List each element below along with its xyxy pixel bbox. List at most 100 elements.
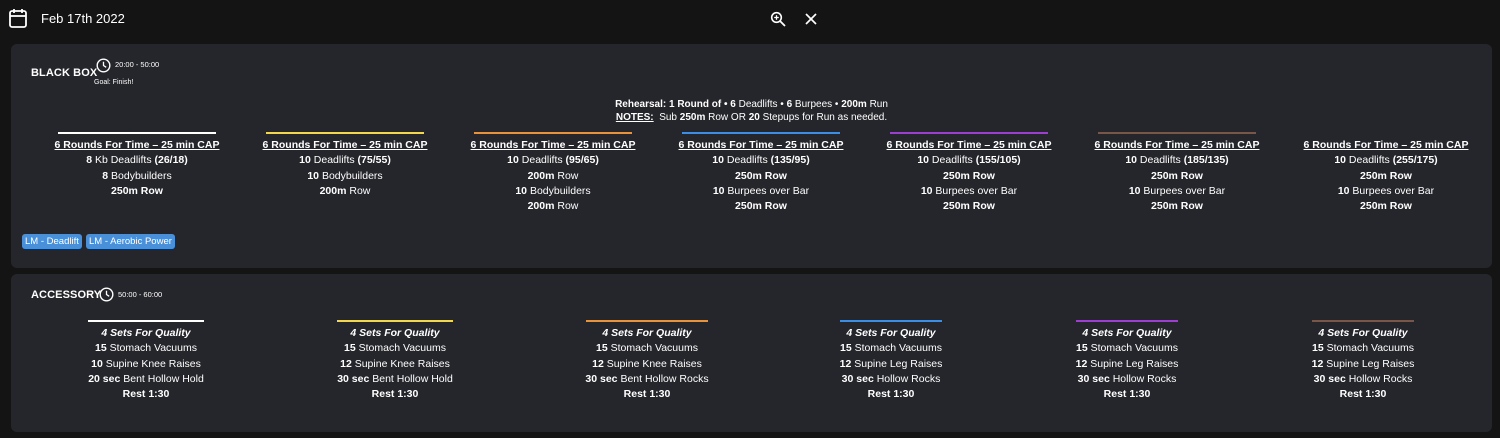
accessory-line: 10 Supine Knee Raises — [91, 357, 201, 370]
calendar-icon[interactable] — [9, 8, 27, 28]
workout-column: 6 Rounds For Time – 25 min CAP 10 Deadlif… — [463, 132, 643, 214]
accessory-line: 12 Supine Knee Raises — [592, 357, 702, 370]
accessory-column: 4 Sets For Quality 15 Stomach Vacuums 12 S… — [806, 320, 976, 402]
section-time: 50:00 - 60:00 — [118, 290, 163, 299]
clock-icon — [99, 287, 114, 302]
color-bar — [1098, 132, 1256, 134]
color-bar — [1076, 320, 1178, 322]
accessory-line: 15 Stomach Vacuums — [1076, 342, 1178, 355]
workout-line: 250m Row — [943, 169, 995, 182]
workout-line: 250m Row — [111, 184, 163, 197]
workout-line: 10 Deadlifts (155/105) — [917, 154, 1021, 167]
workout-line: 10 Bodybuilders — [515, 184, 591, 197]
workout-line: 10 Deadlifts (255/175) — [1334, 154, 1438, 167]
accessory-line: 30 sec Bent Hollow Hold — [337, 372, 453, 385]
workout-title: 6 Rounds For Time – 25 min CAP — [678, 139, 844, 151]
color-bar — [586, 320, 708, 322]
accessory-column: 4 Sets For Quality 15 Stomach Vacuums 12 S… — [562, 320, 732, 402]
workout-line: 200m Row — [527, 169, 579, 182]
workout-line: 200m Row — [527, 200, 579, 213]
accessory-title: 4 Sets For Quality — [350, 327, 440, 339]
color-bar — [890, 132, 1048, 134]
workout-title: 6 Rounds For Time – 25 min CAP — [1094, 139, 1260, 151]
accessory-line: 15 Stomach Vacuums — [344, 342, 446, 355]
workout-line: 250m Row — [1360, 200, 1412, 213]
close-icon[interactable] — [804, 12, 818, 26]
accessory-column: 4 Sets For Quality 15 Stomach Vacuums 12 S… — [310, 320, 480, 402]
workout-line: 250m Row — [943, 200, 995, 213]
color-bar — [337, 320, 453, 322]
color-bar — [266, 132, 424, 134]
accessory-line: 30 sec Bent Hollow Rocks — [585, 372, 709, 385]
workout-line: 10 Burpees over Bar — [1337, 184, 1435, 197]
workout-line: 10 Deadlifts (135/95) — [712, 154, 810, 167]
color-bar — [682, 132, 840, 134]
accessory-title: 4 Sets For Quality — [846, 327, 936, 339]
accessory-line: 15 Stomach Vacuums — [596, 342, 698, 355]
section-goal: Goal: Finish! — [94, 79, 134, 86]
workout-line: 200m Row — [319, 184, 371, 197]
workout-line: 8 Kb Deadlifts (26/18) — [86, 154, 188, 167]
accessory-line: Rest 1:30 — [122, 388, 170, 401]
workout-line: 250m Row — [1151, 169, 1203, 182]
color-bar — [1312, 320, 1414, 322]
workout-column: 6 Rounds For Time – 25 min CAP 10 Deadlif… — [671, 132, 851, 214]
workout-column: 6 Rounds For Time – 25 min CAP 10 Deadlif… — [879, 132, 1059, 214]
color-bar — [58, 132, 216, 134]
accessory-line: Rest 1:30 — [623, 388, 671, 401]
date-label: Feb 17th 2022 — [41, 11, 125, 26]
accessory-line: 12 Supine Leg Raises — [839, 357, 943, 370]
accessory-line: 12 Supine Leg Raises — [1311, 357, 1415, 370]
workout-column: 6 Rounds For Time – 25 min CAP 10 Deadlif… — [255, 132, 435, 199]
accessory-line: Rest 1:30 — [867, 388, 915, 401]
workout-line: 10 Bodybuilders — [307, 169, 383, 182]
workout-title: 6 Rounds For Time – 25 min CAP — [470, 139, 636, 151]
accessory-column: 4 Sets For Quality 15 Stomach Vacuums 12 S… — [1278, 320, 1448, 402]
section-title: ACCESSORY — [31, 289, 102, 301]
workout-line: 250m Row — [1151, 200, 1203, 213]
accessory-line: Rest 1:30 — [1339, 388, 1387, 401]
black-box-section: BLACK BOX 20:00 - 50:00 Goal: Finish! Re… — [11, 44, 1492, 268]
rehearsal-text: Rehearsal: 1 Round of • 6 Deadlifts • 6 … — [615, 99, 888, 110]
accessory-line: 30 sec Hollow Rocks — [1077, 372, 1177, 385]
workout-line: 10 Deadlifts (185/135) — [1125, 154, 1229, 167]
accessory-line: 15 Stomach Vacuums — [95, 342, 197, 355]
workout-column: 6 Rounds For Time – 25 min CAP 8 Kb Deadl… — [47, 132, 227, 199]
color-bar — [840, 320, 942, 322]
accessory-column: 4 Sets For Quality 15 Stomach Vacuums 10 S… — [61, 320, 231, 402]
workout-line: 10 Deadlifts (95/65) — [507, 154, 599, 167]
workout-title: 6 Rounds For Time – 25 min CAP — [262, 139, 428, 151]
clock-icon — [96, 58, 111, 73]
accessory-line: 30 sec Hollow Rocks — [1313, 372, 1413, 385]
color-bar — [1307, 132, 1465, 134]
workout-line: 250m Row — [735, 200, 787, 213]
workout-line: 10 Deadlifts (75/55) — [299, 154, 391, 167]
workout-line: 250m Row — [1360, 169, 1412, 182]
accessory-title: 4 Sets For Quality — [101, 327, 191, 339]
color-bar — [474, 132, 632, 134]
workout-column: 6 Rounds For Time – 25 min CAP 10 Deadlif… — [1087, 132, 1267, 214]
workout-title: 6 Rounds For Time – 25 min CAP — [54, 139, 220, 151]
tag-lm-aerobic-power[interactable]: LM - Aerobic Power — [86, 234, 175, 249]
workout-line: 250m Row — [735, 169, 787, 182]
accessory-title: 4 Sets For Quality — [1318, 327, 1408, 339]
accessory-line: 20 sec Bent Hollow Hold — [88, 372, 204, 385]
color-bar — [88, 320, 204, 322]
workout-line: 10 Burpees over Bar — [1128, 184, 1226, 197]
workout-line: 8 Bodybuilders — [102, 169, 172, 182]
workout-title: 6 Rounds For Time – 25 min CAP — [886, 139, 1052, 151]
accessory-column: 4 Sets For Quality 15 Stomach Vacuums 12 S… — [1042, 320, 1212, 402]
notes-text: NOTES: Sub 250m Row OR 20 Stepups for Ru… — [615, 112, 888, 123]
accessory-line: 12 Supine Knee Raises — [340, 357, 450, 370]
tag-lm-deadlift[interactable]: LM - Deadlift — [22, 234, 82, 249]
accessory-title: 4 Sets For Quality — [602, 327, 692, 339]
section-title: BLACK BOX — [31, 67, 98, 79]
workout-line: 10 Burpees over Bar — [712, 184, 810, 197]
accessory-line: 15 Stomach Vacuums — [1312, 342, 1414, 355]
accessory-line: Rest 1:30 — [1103, 388, 1151, 401]
accessory-line: 15 Stomach Vacuums — [840, 342, 942, 355]
workout-column: 6 Rounds For Time – 25 min CAP 10 Deadlif… — [1296, 132, 1476, 214]
workout-line: 10 Burpees over Bar — [920, 184, 1018, 197]
zoom-in-icon[interactable] — [770, 11, 786, 27]
accessory-line: 12 Supine Leg Raises — [1075, 357, 1179, 370]
